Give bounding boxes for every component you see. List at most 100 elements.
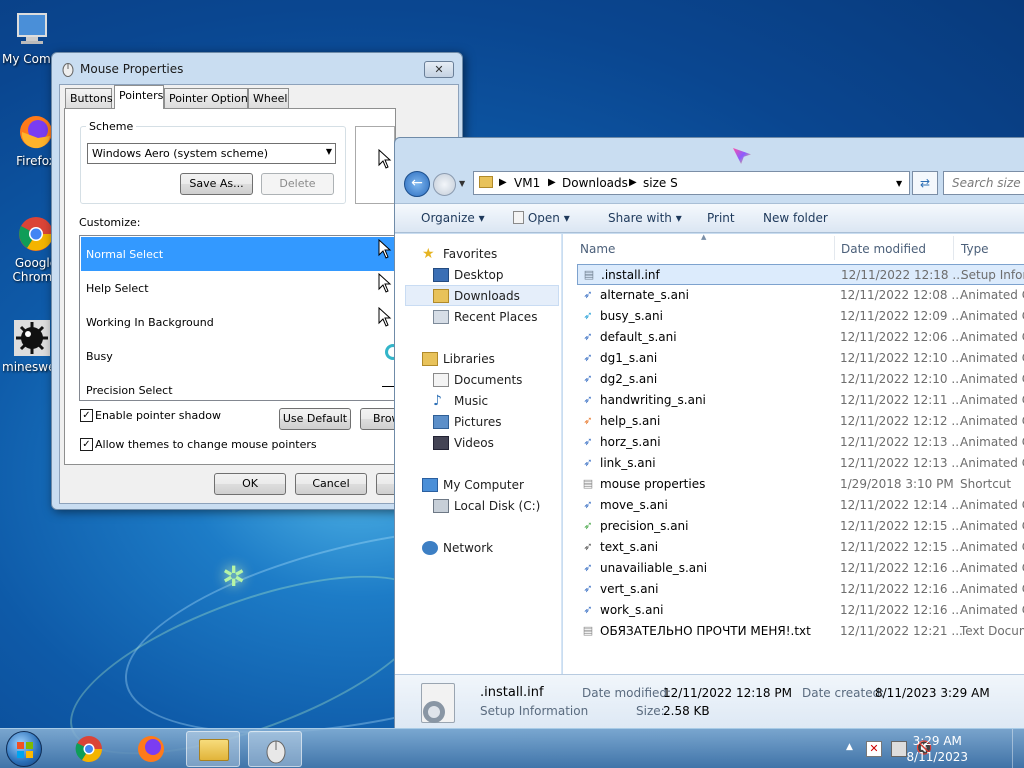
file-row[interactable]: ➶ unavailiable_s.ani 12/11/2022 12:16 ... A… xyxy=(577,558,1024,579)
file-row[interactable]: ➶ work_s.ani 12/11/2022 12:16 ... Animated … xyxy=(577,600,1024,621)
forward-button[interactable] xyxy=(433,173,456,196)
file-row[interactable]: ➶ precision_s.ani 12/11/2022 12:15 ... Anim… xyxy=(577,516,1024,537)
taskbar-chrome[interactable] xyxy=(62,731,116,767)
command-bar: Organize ▾ Open ▾ Share with ▾ Print New… xyxy=(395,203,1024,233)
cursor-file-icon: ➶ xyxy=(583,519,593,532)
cursor-file-icon: ➶ xyxy=(583,330,593,343)
pointer-item-label: Precision Select xyxy=(86,384,173,397)
chevron-down-icon[interactable]: ▼ xyxy=(896,179,902,188)
breadcrumb-vm1[interactable]: VM1 xyxy=(514,176,540,190)
cancel-button[interactable]: Cancel xyxy=(295,473,367,495)
file-type: Animated Cursor xyxy=(960,372,1024,386)
file-name: busy_s.ani xyxy=(600,309,663,323)
tab-wheel[interactable]: Wheel xyxy=(248,88,289,108)
file-row[interactable]: ➶ move_s.ani 12/11/2022 12:14 ... Animated … xyxy=(577,495,1024,516)
pointer-item-help-select[interactable]: Help Select xyxy=(81,271,397,305)
tray-network-icon[interactable] xyxy=(891,741,907,757)
breadcrumb-downloads[interactable]: Downloads xyxy=(562,176,628,190)
tray-show-hidden-icon[interactable]: ▲ xyxy=(846,742,853,752)
scheme-value: Windows Aero (system scheme) xyxy=(92,147,269,160)
start-button[interactable] xyxy=(6,731,42,767)
pointer-item-normal-select[interactable]: Normal Select xyxy=(81,237,397,271)
file-row[interactable]: ➶ dg2_s.ani 12/11/2022 12:10 ...Animated C… xyxy=(577,369,1024,390)
column-header-type[interactable]: Type xyxy=(961,242,989,256)
recent-places-icon xyxy=(433,310,449,324)
pointer-item-label: Busy xyxy=(86,350,113,363)
column-header-date[interactable]: Date modified xyxy=(841,242,926,256)
close-button[interactable]: ✕ xyxy=(424,61,454,78)
address-bar[interactable]: ▶ VM1 ▶ Downloads ▶ size S ▼ xyxy=(473,171,910,195)
file-name: mouse properties xyxy=(600,477,706,491)
history-dropdown[interactable]: ▼ xyxy=(459,179,465,188)
file-type: Text Document xyxy=(960,624,1024,638)
file-row[interactable]: ➶ text_s.ani 12/11/2022 12:15 ... Animated … xyxy=(577,537,1024,558)
file-name: dg2_s.ani xyxy=(600,372,658,386)
cursor-file-icon: ➶ xyxy=(583,561,593,574)
back-arrow-icon: ← xyxy=(411,175,423,191)
file-row[interactable]: ➶ link_s.ani 12/11/2022 12:13 ... Animated … xyxy=(577,453,1024,474)
file-row[interactable]: ➶ vert_s.ani 12/11/2022 12:16 ... Animated … xyxy=(577,579,1024,600)
allow-themes-checkbox[interactable]: ✓ xyxy=(80,438,93,451)
file-row[interactable]: ➶ default_s.ani 12/11/2022 12:06 ... Animat… xyxy=(577,327,1024,348)
file-name: help_s.ani xyxy=(600,414,661,428)
share-label: Share with xyxy=(608,211,672,225)
file-row[interactable]: ▤ .install.inf 12/11/2022 12:18 ... Setup I… xyxy=(577,264,1024,285)
enable-shadow-checkbox[interactable]: ✓ xyxy=(80,409,93,422)
document-icon xyxy=(513,211,524,224)
file-type: Animated Cursor xyxy=(960,435,1024,449)
taskbar-clock[interactable]: 3:29 AM 8/11/2023 xyxy=(906,733,968,765)
column-header-name[interactable]: Name xyxy=(580,242,615,256)
details-size: 2.58 KB xyxy=(663,704,710,718)
search-input[interactable]: Search size S xyxy=(943,171,1024,195)
file-name: alternate_s.ani xyxy=(600,288,689,302)
file-row[interactable]: ➶ busy_s.ani 12/11/2022 12:09 ... Animated … xyxy=(577,306,1024,327)
file-row[interactable]: ➶ help_s.ani 12/11/2022 12:12 ... Animated … xyxy=(577,411,1024,432)
file-name: unavailiable_s.ani xyxy=(600,561,708,575)
file-type: Animated Cursor xyxy=(960,582,1024,596)
arrow-cursor-icon xyxy=(378,149,392,169)
file-date-modified: 12/11/2022 12:21 ... xyxy=(840,624,963,638)
file-row[interactable]: ▤ ОБЯЗАТЕЛЬНО ПРОЧТИ МЕНЯ!.txt 12/11/2022 … xyxy=(577,621,1024,642)
tab-pointer-options[interactable]: Pointer Options xyxy=(164,88,254,108)
file-type: Setup Information xyxy=(961,268,1024,282)
tray-action-center-icon[interactable]: ✕ xyxy=(866,741,882,757)
open-button[interactable]: Open ▾ xyxy=(513,211,570,225)
network-icon xyxy=(422,541,438,555)
file-type: Animated Cursor xyxy=(960,330,1024,344)
share-with-button[interactable]: Share with ▾ xyxy=(608,211,682,225)
file-row[interactable]: ▤ mouse properties 1/29/2018 3:10 PM Shortc… xyxy=(577,474,1024,495)
pointer-item-working-in-background[interactable]: Working In Background xyxy=(81,305,397,339)
documents-icon xyxy=(433,373,449,387)
scheme-select[interactable]: Windows Aero (system scheme) ▼ xyxy=(87,143,336,164)
pointer-item-precision-select[interactable]: Precision Select xyxy=(81,373,397,400)
file-type: Animated Cursor xyxy=(960,393,1024,407)
taskbar-firefox[interactable] xyxy=(124,731,178,767)
use-default-button[interactable]: Use Default xyxy=(279,408,351,430)
organize-button[interactable]: Organize ▾ xyxy=(421,211,485,225)
file-name: text_s.ani xyxy=(600,540,659,554)
back-button[interactable]: ← xyxy=(404,171,430,197)
show-desktop-button[interactable] xyxy=(1012,729,1024,768)
tab-pointers[interactable]: Pointers xyxy=(114,85,164,109)
ok-button[interactable]: OK xyxy=(214,473,286,495)
file-row[interactable]: ➶ horz_s.ani 12/11/2022 12:13 ... Animated … xyxy=(577,432,1024,453)
file-row[interactable]: ➶ alternate_s.ani 12/11/2022 12:08 ... Anim… xyxy=(577,285,1024,306)
file-type: Animated Cursor xyxy=(960,561,1024,575)
check-icon: ✓ xyxy=(82,410,91,421)
refresh-button[interactable]: ⇄ xyxy=(912,171,938,195)
details-size-label: Size: xyxy=(636,704,665,718)
taskbar-explorer[interactable] xyxy=(186,731,240,767)
breadcrumb-size-s[interactable]: size S xyxy=(643,176,678,190)
file-type: Animated Cursor xyxy=(960,456,1024,470)
save-as-button[interactable]: Save As... xyxy=(180,173,253,195)
delete-button[interactable]: Delete xyxy=(261,173,334,195)
pointer-item-busy[interactable]: Busy xyxy=(81,339,397,373)
file-row[interactable]: ➶ handwriting_s.ani 12/11/2022 12:11 ... An… xyxy=(577,390,1024,411)
new-folder-button[interactable]: New folder xyxy=(763,211,828,225)
print-button[interactable]: Print xyxy=(707,211,735,225)
file-row[interactable]: ➶ dg1_s.ani 12/11/2022 12:10 ...Animated C… xyxy=(577,348,1024,369)
taskbar-mouse-properties[interactable] xyxy=(248,731,302,767)
file-date-modified: 12/11/2022 12:18 ... xyxy=(841,268,964,282)
tab-buttons[interactable]: Buttons xyxy=(65,88,113,108)
file-type: Animated Cursor xyxy=(960,414,1024,428)
